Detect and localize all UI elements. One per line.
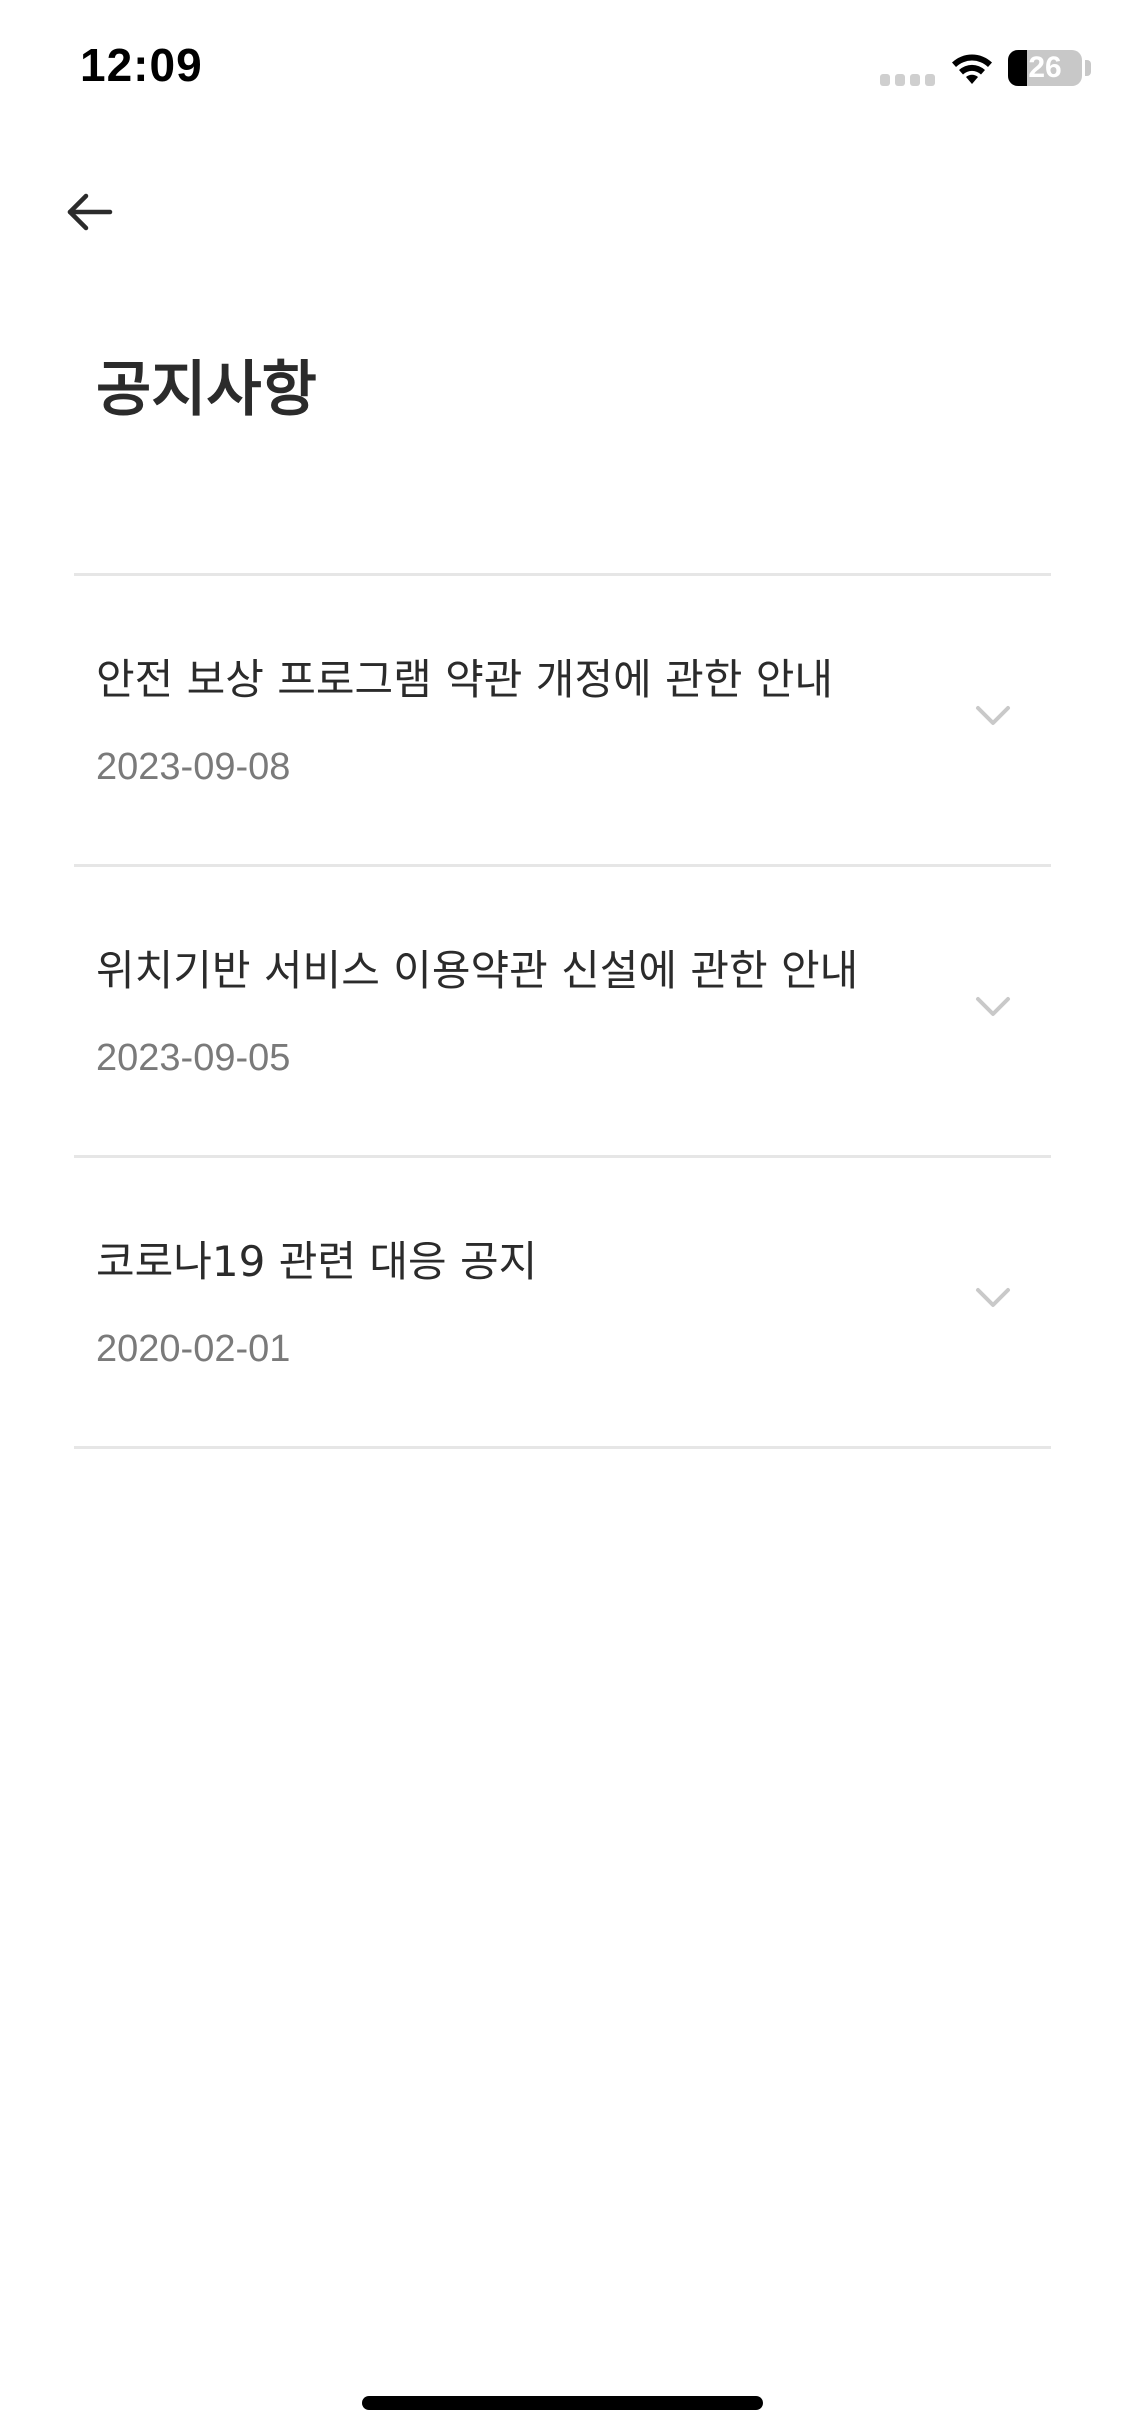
page-title: 공지사항	[96, 355, 317, 425]
notice-title: 위치기반 서비스 이용약관 신설에 관한 안내	[96, 946, 859, 995]
notice-list: 안전 보상 프로그램 약관 개정에 관한 안내 2023-09-08 위치기반 …	[74, 573, 1051, 1449]
home-indicator[interactable]	[362, 2396, 763, 2410]
notice-item[interactable]: 코로나19 관련 대응 공지 2020-02-01	[74, 1158, 1051, 1449]
battery-icon: 26	[1008, 50, 1082, 86]
notice-item[interactable]: 안전 보상 프로그램 약관 개정에 관한 안내 2023-09-08	[74, 576, 1051, 867]
status-bar: 12:09 26	[0, 0, 1125, 140]
notice-date: 2020-02-01	[96, 1328, 291, 1370]
chevron-down-icon	[976, 1288, 1010, 1307]
signal-bars-icon	[880, 74, 935, 86]
status-time: 12:09	[80, 39, 203, 91]
notice-item[interactable]: 위치기반 서비스 이용약관 신설에 관한 안내 2023-09-05	[74, 867, 1051, 1158]
notice-date: 2023-09-08	[96, 746, 291, 788]
battery-level-text: 26	[1028, 51, 1062, 84]
wifi-icon	[952, 54, 992, 84]
back-button[interactable]	[56, 180, 128, 252]
notice-title: 안전 보상 프로그램 약관 개정에 관한 안내	[96, 655, 833, 704]
arrow-left-icon	[67, 193, 113, 231]
chevron-down-icon	[976, 706, 1010, 725]
battery-cap	[1085, 60, 1091, 76]
notice-title: 코로나19 관련 대응 공지	[96, 1237, 538, 1286]
notice-date: 2023-09-05	[96, 1037, 291, 1079]
chevron-down-icon	[976, 997, 1010, 1016]
